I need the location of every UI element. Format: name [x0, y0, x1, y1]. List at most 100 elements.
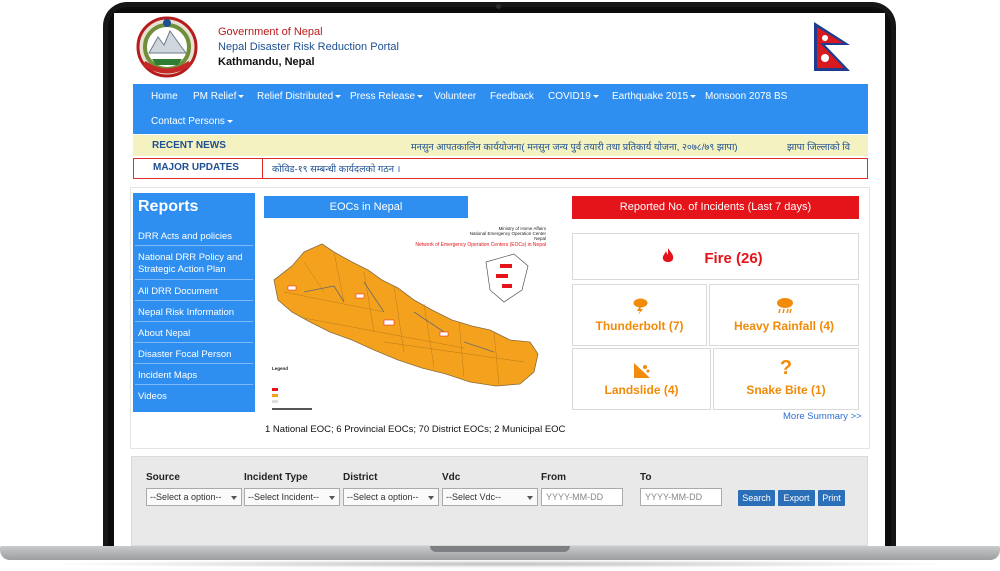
nav-item-volunteer[interactable]: Volunteer [434, 91, 476, 102]
report-link-drr-acts[interactable]: DRR Acts and policies [135, 227, 253, 246]
nav-item-earthquake-2015[interactable]: Earthquake 2015 [612, 91, 697, 102]
incident-card-thunderbolt[interactable]: Thunderbolt (7) [572, 284, 707, 346]
webcam [496, 4, 501, 9]
from-label: From [541, 472, 566, 483]
vdc-label: Vdc [442, 472, 461, 483]
gov-title: Government of Nepal [218, 26, 323, 38]
nav-label: Relief Distributed [257, 91, 334, 102]
portal-title[interactable]: Nepal Disaster Risk Reduction Portal [218, 41, 399, 53]
search-button[interactable]: Search [738, 490, 775, 506]
chevron-down-icon [428, 496, 434, 500]
incident-search-panel: Source --Select a option-- Incident Type… [131, 456, 868, 546]
report-link-about-nepal[interactable]: About Nepal [135, 324, 253, 343]
fire-count: Fire (26) [704, 250, 763, 267]
news-ticker-item[interactable]: मनसुन आपतकालिन कार्ययोजना( मनसुन जन्य पु… [411, 140, 738, 153]
export-button[interactable]: Export [778, 490, 815, 506]
city-label: Kathmandu, Nepal [218, 56, 315, 68]
report-link-drr-document[interactable]: All DRR Document [135, 282, 253, 301]
laptop-notch [430, 546, 570, 552]
laptop-frame: Government of Nepal Nepal Disaster Risk … [0, 0, 1000, 571]
nav-item-covid19[interactable]: COVID19 [548, 91, 599, 102]
source-label: Source [146, 472, 180, 483]
more-summary-link[interactable]: More Summary >> [783, 411, 862, 422]
incident-type-select-value: --Select Incident-- [248, 492, 320, 502]
eoc-heading: EOCs in Nepal [264, 196, 468, 218]
rain-icon [777, 298, 793, 314]
main-nav: Home PM Relief Relief Distributed Press … [133, 84, 868, 134]
report-link-drr-policy[interactable]: National DRR Policy and Strategic Action… [135, 248, 253, 280]
nav-label: Press Release [350, 91, 416, 102]
nav-label: Contact Persons [151, 116, 225, 127]
news-ticker-item[interactable]: झापा जिल्लाको वि [787, 140, 850, 153]
district-select-value: --Select a option-- [347, 492, 419, 502]
report-link-incident-maps[interactable]: Incident Maps [135, 366, 253, 385]
incident-card-snake-bite[interactable]: ? Snake Bite (1) [713, 348, 859, 410]
nav-label: Home [151, 91, 178, 102]
nav-item-relief-distributed[interactable]: Relief Distributed [257, 91, 342, 102]
incidents-heading: Reported No. of Incidents (Last 7 days) [572, 196, 859, 219]
map-title: Network of Emergency Operation Centers (… [415, 242, 546, 248]
vdc-select[interactable]: --Select Vdc-- [442, 488, 538, 506]
chevron-down-icon [231, 496, 237, 500]
nepal-emblem-icon[interactable] [136, 13, 198, 81]
source-select[interactable]: --Select a option-- [146, 488, 242, 506]
nav-label: Earthquake 2015 [612, 91, 689, 102]
reports-sidebar: Reports DRR Acts and policies National D… [133, 193, 255, 412]
reports-title: Reports [138, 198, 199, 215]
nav-label: Volunteer [434, 91, 477, 102]
eoc-caption: 1 National EOC; 6 Provincial EOCs; 70 Di… [265, 424, 566, 435]
nepal-flag-icon [814, 22, 850, 71]
source-select-value: --Select a option-- [150, 492, 222, 502]
nav-item-feedback[interactable]: Feedback [490, 91, 534, 102]
map-legend-title: Legend [272, 366, 288, 371]
snake-bite-count: Snake Bite (1) [746, 383, 826, 397]
eoc-map-image[interactable]: Ministry of Home Affairs National Emerge… [264, 222, 552, 418]
major-updates-bar: MAJOR UPDATES कोविड-१९ सम्बन्धी कार्यदलक… [133, 158, 868, 179]
caret-down-icon [690, 94, 697, 98]
caret-down-icon [592, 94, 599, 98]
to-label: To [640, 472, 652, 483]
nav-label: COVID19 [548, 91, 591, 102]
incident-card-heavy-rainfall[interactable]: Heavy Rainfall (4) [709, 284, 859, 346]
district-label: District [343, 472, 378, 483]
nav-item-press-release[interactable]: Press Release [350, 91, 424, 102]
laptop-shadow [40, 560, 960, 568]
thunderstorm-icon [633, 298, 648, 315]
print-button[interactable]: Print [818, 490, 845, 506]
caret-down-icon [417, 94, 424, 98]
caret-down-icon [335, 94, 342, 98]
update-ticker-item[interactable]: कोविड-१९ सम्बन्धी कार्यदलको गठन । [272, 162, 400, 175]
district-select[interactable]: --Select a option-- [343, 488, 439, 506]
recent-news-bar: RECENT NEWS मनसुन आपतकालिन कार्ययोजना( म… [133, 135, 868, 156]
from-date-input[interactable]: YYYY-MM-DD [541, 488, 623, 506]
nav-item-pm-relief[interactable]: PM Relief [193, 91, 245, 102]
thunderbolt-count: Thunderbolt (7) [595, 319, 684, 333]
screen: Government of Nepal Nepal Disaster Risk … [114, 13, 885, 546]
caret-down-icon [238, 94, 245, 98]
vdc-select-value: --Select Vdc-- [446, 492, 502, 502]
recent-news-label: RECENT NEWS [152, 140, 226, 151]
question-icon: ? [779, 357, 793, 379]
incident-type-select[interactable]: --Select Incident-- [244, 488, 340, 506]
to-date-input[interactable]: YYYY-MM-DD [640, 488, 722, 506]
caret-down-icon [226, 119, 233, 123]
nav-item-home[interactable]: Home [151, 91, 178, 102]
nav-item-monsoon[interactable]: Monsoon 2078 BS [705, 91, 787, 102]
incident-card-landslide[interactable]: Landslide (4) [572, 348, 711, 410]
main-panel: Reports DRR Acts and policies National D… [130, 187, 870, 449]
major-updates-label: MAJOR UPDATES [153, 162, 239, 173]
nav-label: Monsoon 2078 BS [705, 91, 788, 102]
incident-card-fire[interactable]: Fire (26) [572, 233, 859, 280]
landslide-icon [634, 363, 650, 378]
report-link-videos[interactable]: Videos [135, 387, 253, 406]
report-link-focal-person[interactable]: Disaster Focal Person [135, 345, 253, 364]
nav-item-contact-persons[interactable]: Contact Persons [151, 116, 233, 127]
divider [262, 159, 263, 178]
nav-label: PM Relief [193, 91, 237, 102]
nav-label: Feedback [490, 91, 534, 102]
map-header-text: Nepal [534, 236, 546, 241]
landslide-count: Landslide (4) [604, 383, 679, 397]
report-link-risk-information[interactable]: Nepal Risk Information [135, 303, 253, 322]
chevron-down-icon [527, 496, 533, 500]
heavy-rainfall-count: Heavy Rainfall (4) [733, 319, 835, 333]
